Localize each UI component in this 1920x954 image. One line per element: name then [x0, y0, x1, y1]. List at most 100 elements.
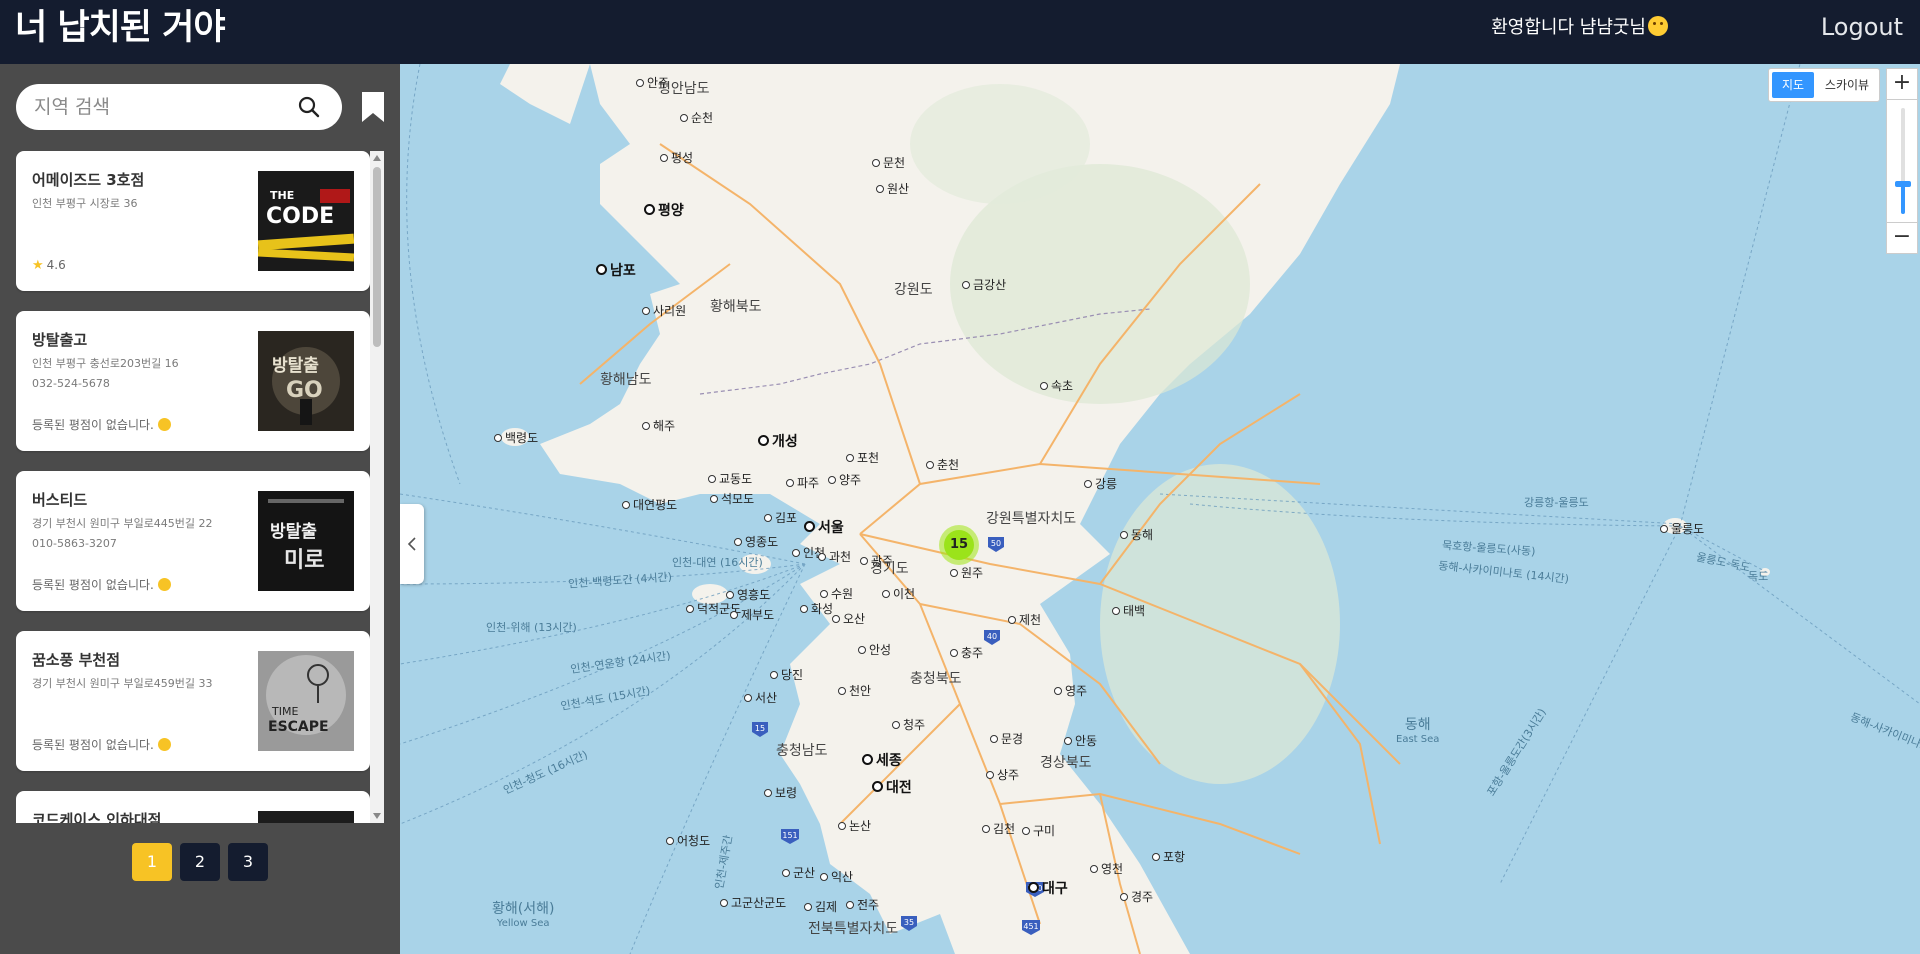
map-label: 보령: [764, 784, 797, 801]
map-label: 태백: [1112, 602, 1145, 619]
map-label: 금강산: [962, 276, 1006, 293]
search-icon[interactable]: [298, 96, 320, 118]
collapse-sidebar-button[interactable]: [400, 504, 424, 584]
map-label: 경상북도: [1040, 755, 1092, 771]
map-label: 어청도: [666, 832, 710, 849]
map-label: 군산: [782, 864, 815, 881]
map-label: 강릉: [1084, 475, 1117, 492]
map-label: 안동: [1064, 732, 1097, 749]
map-label: 안성: [858, 641, 891, 658]
map-label: 순천: [680, 109, 713, 126]
svg-text:15: 15: [755, 724, 765, 733]
map-label: 논산: [838, 817, 871, 834]
map-label: 파주: [786, 474, 819, 491]
svg-text:미로: 미로: [284, 548, 324, 573]
map-label: 평성: [660, 149, 693, 166]
svg-text:TIME: TIME: [271, 705, 298, 718]
page-button-3[interactable]: 3: [228, 843, 268, 881]
zoom-handle[interactable]: [1895, 181, 1911, 188]
svg-text:35: 35: [904, 918, 914, 927]
map-label: 충청북도: [910, 671, 962, 687]
map-label: 제부도: [730, 606, 774, 623]
zoom-out-button[interactable]: −: [1886, 222, 1918, 254]
map-type-map-button[interactable]: 지도: [1772, 72, 1814, 98]
map-type-skyview-button[interactable]: 스카이뷰: [1817, 72, 1877, 98]
map-label: 경기도: [870, 561, 909, 577]
map-label: 익산: [820, 868, 853, 885]
sad-emoji-icon: [157, 578, 171, 591]
scroll-down-arrow-icon[interactable]: [373, 813, 381, 819]
map-label: 춘천: [926, 456, 959, 473]
scroll-up-arrow-icon[interactable]: [373, 155, 381, 161]
map-label: 고군산군도: [720, 894, 786, 911]
list-scrollbar[interactable]: [370, 151, 384, 823]
map-label: 대구: [1028, 878, 1068, 898]
ferry-route-label: 인천-대연 (16시간): [672, 556, 763, 569]
zoom-control: + −: [1886, 68, 1918, 254]
store-card[interactable]: 버스티드 경기 부천시 원미구 부일로445번길 22 010-5863-320…: [16, 471, 370, 611]
svg-text:CODE: CODE: [266, 204, 334, 229]
map-label: 영주: [1054, 682, 1087, 699]
sea-label-yellow: 황해(서해) Yellow Sea: [492, 901, 555, 929]
map-label: 청주: [892, 716, 925, 733]
map-label: 이천: [882, 585, 915, 602]
page-button-2[interactable]: 2: [180, 843, 220, 881]
store-rating: 등록된 평점이 없습니다.: [32, 576, 171, 593]
map-view[interactable]: 50 40 15 151 35 700 451 평안남도 안주 순천 평성 문천…: [400, 64, 1920, 954]
page-button-1[interactable]: 1: [132, 843, 172, 881]
sad-emoji-icon: [157, 738, 171, 751]
map-label: 김천: [982, 820, 1015, 837]
store-rating: 등록된 평점이 없습니다.: [32, 416, 171, 433]
svg-text:451: 451: [1023, 922, 1038, 931]
zoom-slider[interactable]: [1886, 100, 1918, 222]
store-rating: ★ 4.6: [32, 258, 66, 273]
sad-emoji-icon: [157, 418, 171, 431]
map-label: 원주: [950, 564, 983, 581]
region-search-input[interactable]: [34, 92, 284, 122]
map-label: 사리원: [642, 302, 686, 319]
map-label: 개성: [758, 431, 798, 451]
app-logo[interactable]: 너 납치된 거야: [15, 7, 226, 49]
map-label: 구미: [1022, 822, 1055, 839]
store-phone: 010-5863-3207: [32, 537, 117, 550]
store-card[interactable]: 코드케이스 인하대점: [16, 791, 370, 823]
store-card[interactable]: 꿈소풍 부천점 경기 부천시 원미구 부일로459번길 33 등록된 평점이 없…: [16, 631, 370, 771]
store-address: 인천 부평구 충선로203번길 16: [32, 357, 179, 370]
map-label: 평양: [644, 200, 684, 220]
map-label: 석모도: [710, 490, 754, 507]
map-label: 문경: [990, 730, 1023, 747]
cluster-count: 15: [944, 530, 974, 560]
store-card[interactable]: 방탈출고 인천 부평구 충선로203번길 16 032-524-5678 등록된…: [16, 311, 370, 451]
store-thumbnail: TIME ESCAPE: [258, 651, 354, 751]
map-label: 속초: [1040, 377, 1073, 394]
store-name: 코드케이스 인하대점: [32, 811, 162, 823]
store-list[interactable]: 어메이즈드 3호점 인천 부평구 시장로 36 ★ 4.6 THE CODE 방탈…: [16, 151, 384, 823]
map-label: 천안: [838, 682, 871, 699]
ferry-route-label: 인천-위해 (13시간): [486, 621, 577, 634]
map-label: 강원특별자치도: [986, 511, 1077, 527]
map-label: 남포: [596, 260, 636, 280]
store-thumbnail: THE CODE: [258, 171, 354, 271]
map-label: 과천: [818, 548, 851, 565]
welcome-message: 환영합니다 냠냠굿님: [1491, 16, 1668, 40]
cluster-marker[interactable]: 15: [939, 525, 979, 565]
store-card[interactable]: 어메이즈드 3호점 인천 부평구 시장로 36 ★ 4.6 THE CODE: [16, 151, 370, 291]
map-label: 충청남도: [776, 743, 828, 759]
map-label: 전북특별자치도: [808, 921, 899, 937]
store-thumbnail: [258, 811, 354, 823]
store-rating: 등록된 평점이 없습니다.: [32, 736, 171, 753]
map-label: 포천: [846, 449, 879, 466]
svg-text:151: 151: [782, 831, 797, 840]
map-label: 제천: [1008, 611, 1041, 628]
store-phone: 032-524-5678: [32, 377, 110, 390]
zoom-in-button[interactable]: +: [1886, 68, 1918, 100]
map-label: 동해: [1120, 526, 1153, 543]
map-label: 상주: [986, 766, 1019, 783]
map-label: 서울: [804, 517, 844, 537]
sea-label-east: 동해 East Sea: [1396, 717, 1440, 745]
scroll-thumb[interactable]: [373, 167, 381, 347]
map-label: 양주: [828, 471, 861, 488]
bookmark-icon[interactable]: [360, 91, 386, 123]
logout-button[interactable]: Logout: [1821, 12, 1903, 42]
svg-text:방탈출: 방탈출: [270, 521, 317, 542]
